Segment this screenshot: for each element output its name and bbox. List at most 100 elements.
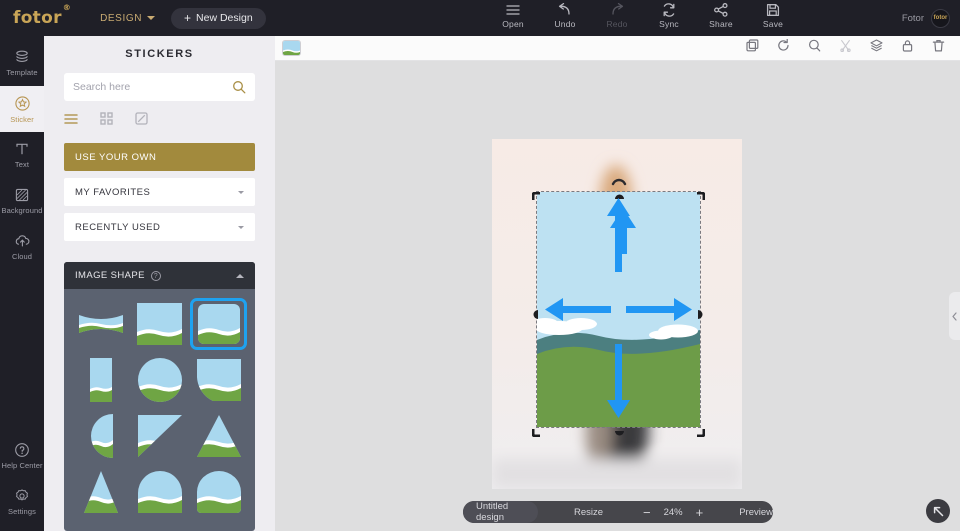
list-view-icon[interactable] [64,112,78,130]
category-use-your-own[interactable]: USE YOUR OWN [64,143,255,171]
template-icon [16,50,28,62]
action-open[interactable]: Open [497,3,529,29]
undo-icon [558,3,570,15]
selected-object[interactable] [531,178,706,438]
canvas-thumbnail[interactable] [282,40,301,56]
sidebar-item-background[interactable]: Background [0,178,44,224]
shape-square[interactable] [133,300,186,348]
image-shape-title: IMAGE SHAPE [75,270,145,281]
canvas-tool-group [746,38,960,57]
design-menu-label: DESIGN [100,12,143,24]
sidebar-item-help-center-label: Help Center [1,461,43,470]
shape-triangle-tall[interactable] [74,468,127,516]
help-icon [15,443,29,457]
panel-title: STICKERS [125,48,194,60]
category-my-favorites-label: MY FAVORITES [75,186,151,198]
category-use-your-own-label: USE YOUR OWN [75,151,157,163]
redo-icon [612,3,624,15]
sidebar-item-template-label: Template [6,68,38,77]
design-menu[interactable]: DESIGN [100,12,156,24]
action-sync[interactable]: Sync [653,3,685,29]
zoom-level: 24% [663,506,683,518]
shape-view-icon[interactable] [135,112,148,130]
shape-arch-bottom[interactable] [192,356,245,404]
chevron-down-icon [238,225,244,229]
sidebar-item-sticker[interactable]: Sticker [0,86,44,132]
menu-icon [506,5,520,15]
resize-handle-top-right[interactable] [695,187,706,202]
resize-handle-bottom-left[interactable] [531,424,542,438]
fotor-logo[interactable]: fotor® [13,3,71,28]
right-panel-collapse-handle[interactable] [949,292,960,340]
sync-icon [663,3,675,17]
chevron-up-icon[interactable] [236,273,244,278]
shape-triangle-up[interactable] [192,412,245,460]
category-my-favorites[interactable]: MY FAVORITES [64,178,255,206]
duplicate-icon[interactable] [746,39,759,57]
shape-circle[interactable] [133,356,186,404]
shape-rounded-blob[interactable] [192,468,245,516]
grid-view-icon[interactable] [100,112,113,130]
sidebar-item-sticker-label: Sticker [10,114,34,124]
action-share[interactable]: Share [705,3,737,29]
action-share-label: Share [709,19,733,29]
shape-tall-rect[interactable] [74,356,127,404]
sidebar-item-help-center[interactable]: Help Center [0,433,44,479]
sidebar-item-cloud[interactable]: Cloud [0,224,44,270]
action-sync-label: Sync [659,19,679,29]
sidebar-item-settings[interactable]: Settings [0,479,44,525]
status-bar: Untitled design Resize − 24% + Preview [463,501,773,523]
resize-handle-bottom-right[interactable] [695,424,706,438]
action-save[interactable]: Save [757,3,789,29]
sidebar-item-template[interactable]: Template [0,40,44,86]
action-undo-label: Undo [554,19,576,29]
settings-icon [16,489,28,501]
new-design-button[interactable]: + New Design [171,7,266,29]
avatar[interactable]: fotor [931,8,950,28]
rotate-icon[interactable] [777,38,790,57]
shape-triangle-right[interactable] [133,412,186,460]
search-icon[interactable] [232,80,246,94]
zoom-out-button[interactable]: − [643,506,651,519]
zoom-in-button[interactable]: + [696,506,704,519]
shape-arch-top[interactable] [133,468,186,516]
user-name: Fotor [901,12,924,24]
fit-screen-button[interactable] [926,499,950,523]
resize-handle-bottom[interactable] [614,423,624,436]
search-input[interactable] [73,81,232,93]
shape-rounded-square[interactable] [190,298,247,350]
zoom-icon[interactable] [808,39,821,57]
design-name-field[interactable]: Untitled design [463,501,538,523]
save-icon [766,3,780,17]
resize-button[interactable]: Resize [574,507,603,518]
fotor-editor-app: fotor® DESIGN + New Design Open Undo Red… [0,0,960,531]
action-redo: Redo [601,3,633,29]
sidebar-item-background-label: Background [1,206,43,215]
canvas-stage[interactable]: Untitled design Resize − 24% + Preview [275,61,960,531]
shape-half-circle[interactable] [74,412,127,460]
sidebar-item-text[interactable]: Text [0,132,44,178]
lock-icon[interactable] [901,39,914,57]
resize-handle-top-left[interactable] [531,187,542,202]
resize-handle-right[interactable] [696,306,704,319]
image-shape-header[interactable]: IMAGE SHAPE ? [64,262,255,289]
search-box[interactable] [64,73,255,101]
question-mark-icon[interactable]: ? [150,270,161,281]
shape-wide-banner[interactable] [74,300,127,348]
resize-handle-top[interactable] [614,188,624,199]
delete-icon[interactable] [932,39,945,57]
user-area[interactable]: Fotor fotor [902,0,950,36]
action-undo[interactable]: Undo [549,3,581,29]
layers-icon[interactable] [870,39,883,57]
preview-button[interactable]: Preview [739,507,773,518]
text-icon [16,143,28,155]
chevron-down-icon [238,190,244,194]
category-recently-used[interactable]: RECENTLY USED [64,213,255,241]
sidebar-item-text-label: Text [14,160,30,169]
rotate-handle[interactable] [611,173,627,186]
resize-handle-left[interactable] [533,306,541,319]
brand-text: fotor [13,8,62,28]
sidebar-item-settings-label: Settings [8,507,36,516]
sticker-icon [14,95,30,111]
sidebar-item-cloud-label: Cloud [11,252,33,261]
